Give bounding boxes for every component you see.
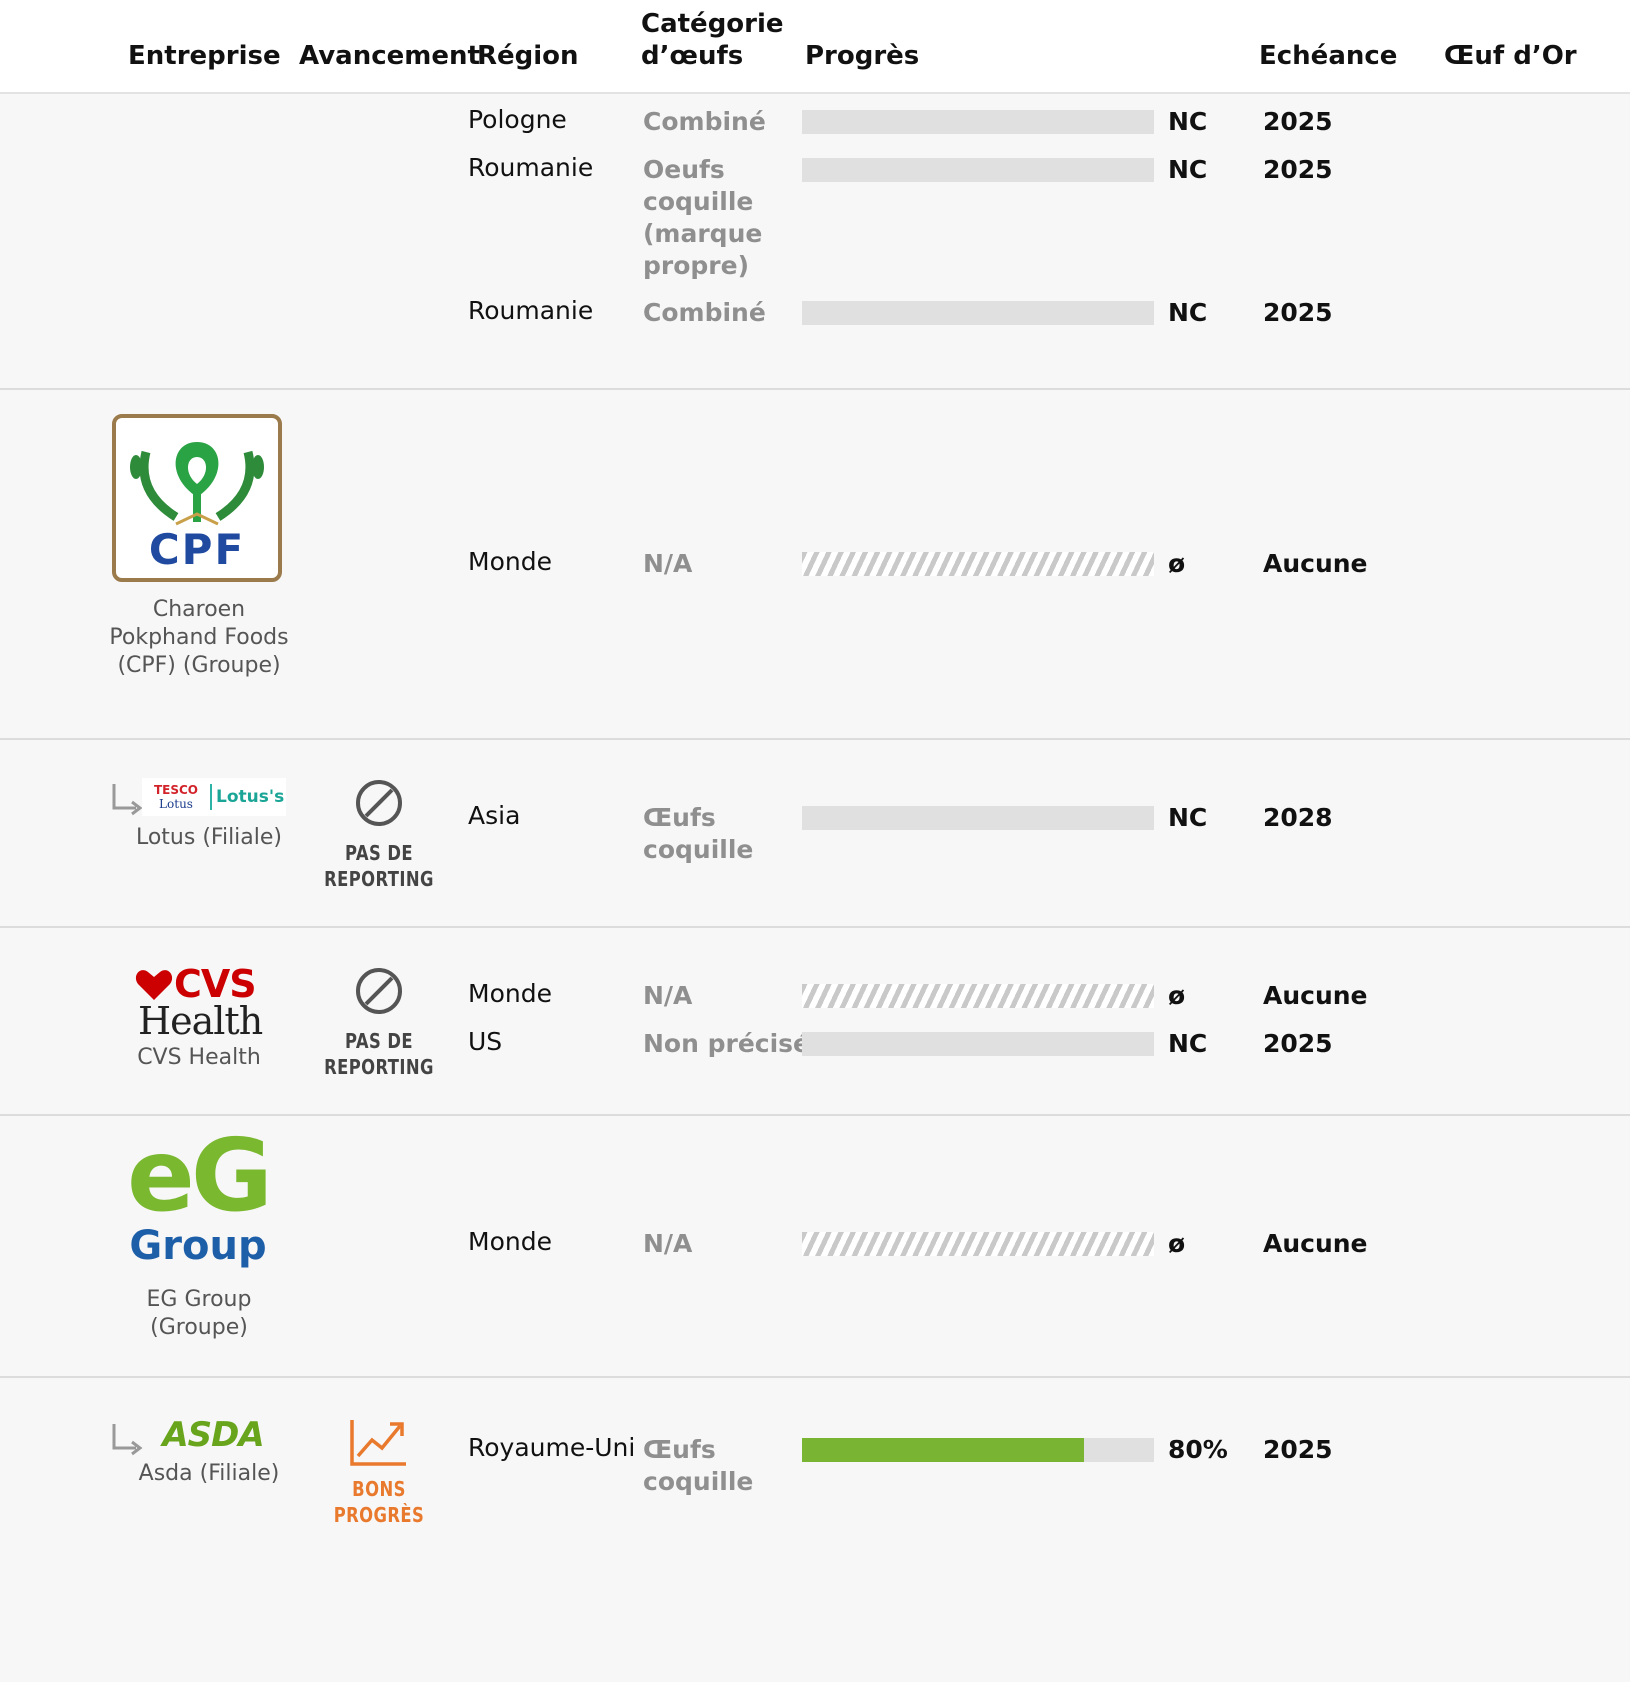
header-avancement: Avancement — [299, 41, 480, 71]
category-cell: N/A — [643, 981, 693, 1010]
status-label: PAS DE REPORTING — [324, 1029, 434, 1079]
asda-logo: ASDA — [162, 1415, 264, 1455]
region-cell: Roumanie — [468, 153, 594, 182]
progress-value: NC — [1168, 107, 1208, 136]
progress-bar-na — [802, 1232, 1154, 1256]
company-name: CVS Health — [137, 1045, 261, 1070]
subsidiary-arrow-icon — [112, 784, 143, 816]
progress-bar — [802, 1032, 1154, 1056]
health-logo-text: Health — [138, 999, 263, 1043]
header-deadline: Echéance — [1259, 41, 1398, 71]
header-company: Entreprise — [128, 41, 281, 71]
progress-bar — [802, 158, 1154, 182]
deadline-cell: Aucune — [1263, 981, 1368, 1010]
progress-bar — [802, 301, 1154, 325]
progress-value: NC — [1168, 803, 1208, 832]
progress-value: NC — [1168, 1029, 1208, 1058]
progress-value: 80% — [1168, 1435, 1228, 1464]
progress-value: NC — [1168, 155, 1208, 184]
region-cell: Asia — [468, 801, 521, 830]
cpf-logo-text: CPF — [148, 525, 246, 574]
header-golden-egg: Œuf d’Or — [1444, 41, 1577, 71]
deadline-cell: Aucune — [1263, 1229, 1368, 1258]
table-row: eG Group EG Group (Groupe) Monde N/A ø A… — [0, 1116, 1630, 1378]
status-label: PAS DE REPORTING — [324, 841, 434, 891]
progress-value: ø — [1168, 981, 1186, 1010]
subsidiary-arrow-icon — [112, 1424, 143, 1456]
category-cell: Combiné — [643, 298, 766, 327]
company-name: Lotus (Filiale) — [135, 825, 283, 850]
lotus-logo: TESCO Lotus Lotus's — [142, 778, 286, 816]
group-logo-text: Group — [129, 1223, 267, 1269]
category-cell: Oeufs coquille (marque propre) — [643, 155, 763, 280]
category-cell: N/A — [643, 1229, 693, 1258]
progress-bar-fill — [802, 1438, 1084, 1462]
deadline-cell: 2025 — [1263, 1029, 1333, 1058]
good-progress-chart-icon — [350, 1420, 406, 1466]
lotuss-logo-text: Lotus's — [216, 787, 285, 807]
category-cell: Œufs coquille — [643, 803, 754, 864]
table-header: Entreprise Avancement Région Catégorie d… — [0, 0, 1630, 94]
progress-value: NC — [1168, 298, 1208, 327]
region-cell: Monde — [468, 979, 552, 1008]
region-cell: US — [468, 1027, 503, 1056]
eg-group-logo: eG Group — [106, 1124, 290, 1276]
category-cell: N/A — [643, 549, 693, 578]
deadline-cell: 2028 — [1263, 803, 1333, 832]
category-cell: Combiné — [643, 107, 766, 136]
cpf-emblem-icon — [130, 442, 264, 526]
table-row: TESCO Lotus Lotus's Lotus (Filiale) PAS … — [0, 740, 1630, 928]
region-cell: Monde — [468, 1227, 552, 1256]
lotus-small-logo-text: Lotus — [159, 797, 193, 811]
table-row: CVS Health CVS Health PAS DE REPORTING M… — [0, 928, 1630, 1116]
status-label: BONS PROGRÈS — [333, 1477, 425, 1527]
company-name: EG Group (Groupe) — [146, 1287, 252, 1340]
progress-bar — [802, 1438, 1154, 1462]
tesco-logo-text: TESCO — [153, 783, 199, 797]
no-reporting-icon — [356, 780, 402, 826]
header-category-line2: d’œufs — [641, 41, 744, 71]
eg-logo-text: eG — [127, 1117, 273, 1234]
deadline-cell: Aucune — [1263, 549, 1368, 578]
header-category-line1: Catégorie — [641, 9, 784, 39]
no-reporting-icon — [356, 968, 402, 1014]
region-cell: Roumanie — [468, 296, 594, 325]
region-cell: Pologne — [468, 105, 567, 134]
deadline-cell: 2025 — [1263, 298, 1333, 327]
cvs-logo: CVS Health — [132, 964, 272, 1044]
header-region: Région — [477, 41, 579, 71]
progress-value: ø — [1168, 549, 1186, 578]
deadline-cell: 2025 — [1263, 1435, 1333, 1464]
progress-bar-na — [802, 984, 1154, 1008]
progress-bar-na — [802, 552, 1154, 576]
deadline-cell: 2025 — [1263, 107, 1333, 136]
progress-bar — [802, 806, 1154, 830]
company-name: Charoen Pokphand Foods (CPF) (Groupe) — [109, 597, 289, 678]
table-row: Pologne Combiné NC 2025 Roumanie Oeufs c… — [0, 94, 1630, 390]
header-progress: Progrès — [805, 41, 920, 71]
progress-bar — [802, 110, 1154, 134]
region-cell: Royaume-Uni — [468, 1433, 636, 1462]
table-row: CPF Charoen Pokphand Foods (CPF) (Groupe… — [0, 390, 1630, 740]
cvs-logo-text: CVS — [174, 962, 257, 1006]
category-cell: Œufs coquille — [643, 1435, 754, 1496]
header-category: Catégorie d’œufs — [641, 8, 784, 72]
region-cell: Monde — [468, 547, 552, 576]
logo-divider — [210, 784, 212, 810]
progress-value: ø — [1168, 1229, 1186, 1258]
cpf-logo: CPF — [112, 414, 282, 582]
company-name: Asda (Filiale) — [138, 1461, 280, 1486]
table-row: ASDA Asda (Filiale) BONS PROGRÈS Royaume… — [0, 1378, 1630, 1678]
heart-icon — [135, 970, 173, 1000]
deadline-cell: 2025 — [1263, 155, 1333, 184]
